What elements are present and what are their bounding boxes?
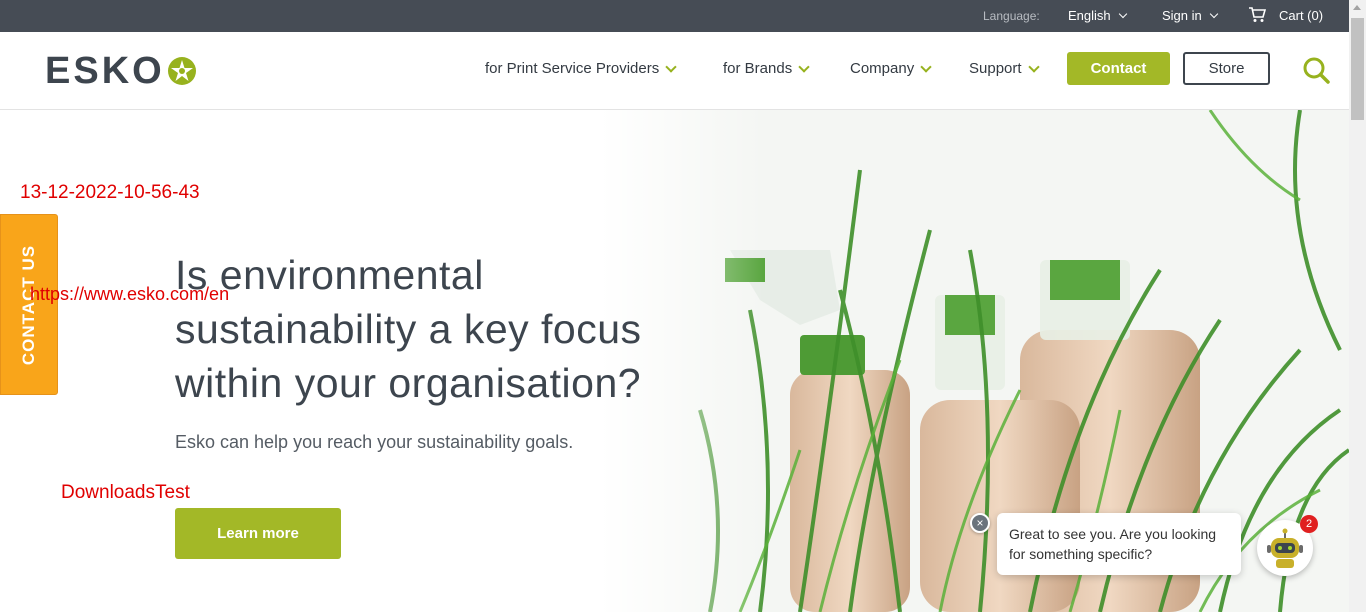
nav-label: Support: [969, 60, 1022, 77]
chevron-down-icon: [1118, 9, 1127, 19]
cart-link[interactable]: Cart (0): [1279, 8, 1323, 23]
timestamp-overlay: 13-12-2022-10-56-43: [20, 182, 200, 203]
learn-more-button[interactable]: Learn more: [175, 508, 341, 559]
nav-label: for Print Service Providers: [485, 60, 660, 77]
scrollbar-thumb[interactable]: [1351, 18, 1364, 120]
logo-text: ESKO: [45, 50, 165, 92]
chevron-down-icon: [1209, 9, 1218, 19]
sign-in-label: Sign in: [1162, 8, 1202, 23]
search-icon[interactable]: [1302, 56, 1330, 84]
chevron-down-icon: [798, 60, 810, 73]
chevron-down-icon: [665, 60, 677, 73]
chat-message-bubble[interactable]: Great to see you. Are you looking for so…: [997, 513, 1241, 575]
test-label-overlay: DownloadsTest: [61, 482, 190, 503]
main-navigation: ESKO for Print Service Providers for Bra…: [0, 32, 1349, 110]
nav-label: Company: [850, 60, 915, 77]
chevron-down-icon: [920, 60, 932, 73]
chevron-down-icon: [1027, 60, 1040, 73]
language-selector[interactable]: English: [1068, 8, 1127, 23]
hero-title: Is environmental sustainability a key fo…: [175, 252, 642, 406]
nav-brands[interactable]: for Brands: [723, 60, 810, 77]
notification-badge: 2: [1300, 515, 1318, 533]
url-overlay: https://www.esko.com/en: [30, 284, 230, 304]
logo-star-icon: [167, 57, 196, 85]
close-icon[interactable]: ×: [970, 513, 990, 533]
nav-company[interactable]: Company: [850, 60, 932, 77]
language-value: English: [1068, 8, 1111, 23]
nav-print-service-providers[interactable]: for Print Service Providers: [485, 60, 677, 77]
store-button[interactable]: Store: [1183, 52, 1270, 85]
sign-in-menu[interactable]: Sign in: [1162, 8, 1218, 23]
top-utility-bar: Language: English Sign in Cart (0): [0, 0, 1349, 32]
nav-support[interactable]: Support: [969, 60, 1040, 77]
nav-label: for Brands: [723, 60, 793, 77]
esko-logo[interactable]: ESKO: [45, 52, 197, 90]
cart-icon[interactable]: [1248, 7, 1266, 23]
hero-subtitle: Esko can help you reach your sustainabil…: [175, 432, 574, 452]
contact-button[interactable]: Contact: [1067, 52, 1170, 85]
language-label: Language:: [983, 9, 1040, 23]
page-scrollbar[interactable]: [1349, 0, 1366, 612]
scroll-up-arrow-icon[interactable]: [1353, 5, 1361, 10]
